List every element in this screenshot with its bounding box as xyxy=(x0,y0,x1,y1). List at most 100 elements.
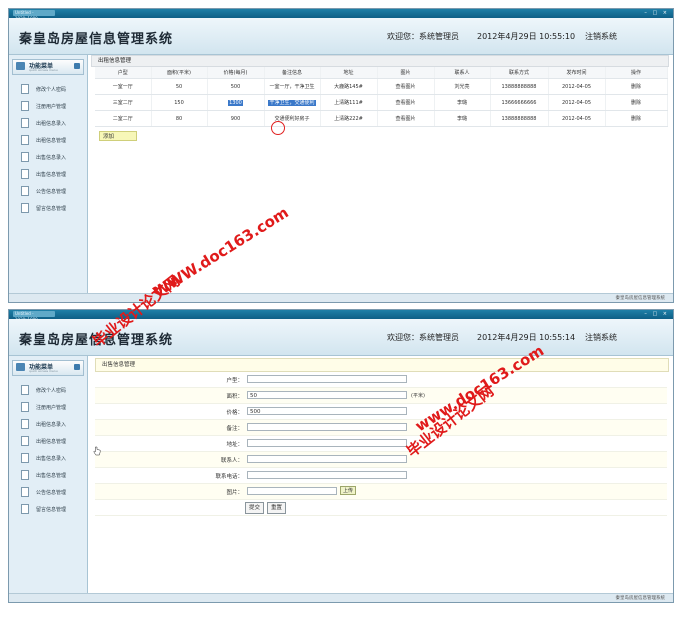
view-image-link[interactable]: 查看图片 xyxy=(377,78,435,95)
view-image-link[interactable]: 查看图片 xyxy=(377,110,435,127)
form-row-image: 图片： 上传 xyxy=(95,484,667,500)
sidebar-item-message[interactable]: 留言信息管理 xyxy=(21,200,87,217)
contact-input[interactable] xyxy=(247,455,407,463)
form-row-type: 户型： xyxy=(95,372,667,388)
menu-header-subtitle: quick access menu xyxy=(29,369,58,373)
cell-price: 1300 xyxy=(207,94,265,111)
sidebar-item-notice[interactable]: 公告信息管理 xyxy=(21,183,87,200)
window-titlebar: Untitled - 1920x1080 – □ × xyxy=(9,9,673,21)
sidebar-item-sale-entry[interactable]: 出售信息录入 xyxy=(21,149,87,166)
sidebar-item-label: 出租信息管理 xyxy=(36,439,67,445)
page-icon xyxy=(21,402,29,412)
address-input[interactable] xyxy=(247,439,407,447)
page-icon xyxy=(21,504,29,514)
status-bar: 秦皇岛房屋信息管理系统 xyxy=(9,293,673,302)
menu-header: 功能菜单 quick access menu xyxy=(12,59,84,75)
collapse-icon[interactable] xyxy=(74,364,80,370)
cell-address: 上清路222# xyxy=(320,110,378,127)
sidebar-item-rental-entry[interactable]: 出租信息录入 xyxy=(21,115,87,132)
sidebar-item-label: 出售信息录入 xyxy=(36,456,67,462)
sidebar-item-sale-manage[interactable]: 出售信息管理 xyxy=(21,166,87,183)
page-icon xyxy=(21,203,29,213)
window-title: Untitled - 1920x1080 xyxy=(13,311,55,322)
sidebar-item-users[interactable]: 注册用户管理 xyxy=(21,399,87,416)
view-image-link[interactable]: 查看图片 xyxy=(377,94,435,111)
main-content: 出售信息管理 户型： 面积： 50 (平米) 价格： 500 备注： 地址： 联… xyxy=(91,356,669,594)
cell-date: 2012-04-05 xyxy=(548,94,606,111)
menu-icon xyxy=(16,363,25,371)
sidebar-item-rental-manage[interactable]: 出租信息管理 xyxy=(21,433,87,450)
logout-link[interactable]: 注销系统 xyxy=(585,31,617,42)
upload-button[interactable]: 上传 xyxy=(340,486,356,495)
sidebar-item-change-password[interactable]: 修改个人密码 xyxy=(21,382,87,399)
column-header: 面积(平米) xyxy=(151,67,208,79)
reset-button[interactable]: 重置 xyxy=(267,502,287,514)
form-row-phone: 联系电话： xyxy=(95,468,667,484)
area-unit: (平米) xyxy=(411,393,425,399)
sidebar-item-change-password[interactable]: 修改个人密码 xyxy=(21,81,87,98)
sidebar-item-label: 出售信息管理 xyxy=(36,172,67,178)
sidebar-item-rental-entry[interactable]: 出租信息录入 xyxy=(21,416,87,433)
panel-title: 出售信息管理 xyxy=(95,358,669,372)
sidebar-item-sale-manage[interactable]: 出售信息管理 xyxy=(21,467,87,484)
sidebar-item-users[interactable]: 注册用户管理 xyxy=(21,98,87,115)
sidebar-item-label: 留言信息管理 xyxy=(36,206,67,212)
collapse-icon[interactable] xyxy=(74,63,80,69)
note-input[interactable] xyxy=(247,423,407,431)
table-header-row: 户型 面积(平米) 价格(每月) 备注信息 地址 图片 联系人 联系方式 发布时… xyxy=(95,67,668,79)
cell-contact: 李璐 xyxy=(434,94,491,111)
field-label: 地址： xyxy=(226,442,243,448)
selected-text: 干净卫生，交通便利 xyxy=(268,100,316,106)
sidebar-item-label: 修改个人密码 xyxy=(36,388,67,394)
add-button[interactable]: 添加 xyxy=(99,131,137,141)
logout-link[interactable]: 注销系统 xyxy=(585,332,617,343)
form-row-actions: 提交 重置 xyxy=(95,500,667,516)
sidebar-item-rental-manage[interactable]: 出租信息管理 xyxy=(21,132,87,149)
cell-type: 三室二厅 xyxy=(95,94,152,111)
cell-type: 二室二厅 xyxy=(95,110,152,127)
cell-phone: 13888888888 xyxy=(490,110,549,127)
field-label: 价格： xyxy=(226,410,243,416)
welcome-text: 欢迎您：系统管理员 xyxy=(387,333,459,342)
sidebar-item-sale-entry[interactable]: 出售信息录入 xyxy=(21,450,87,467)
page-icon xyxy=(21,419,29,429)
field-label: 联系电话： xyxy=(215,474,243,480)
page-icon xyxy=(21,436,29,446)
cell-address: 上清路111# xyxy=(320,94,378,111)
sidebar-item-notice[interactable]: 公告信息管理 xyxy=(21,484,87,501)
screenshot-sale-form: Untitled - 1920x1080 – □ × 秦皇岛房屋信息管理系统 欢… xyxy=(8,309,674,603)
column-header: 操作 xyxy=(605,67,668,79)
page-icon xyxy=(21,169,29,179)
form-row-address: 地址： xyxy=(95,436,667,452)
delete-link[interactable]: 删除 xyxy=(605,78,668,95)
window-controls[interactable]: – □ × xyxy=(644,311,669,317)
area-input[interactable]: 50 xyxy=(247,391,407,399)
form-row-price: 价格： 500 xyxy=(95,404,667,420)
sidebar-item-label: 修改个人密码 xyxy=(36,87,67,93)
image-path-input[interactable] xyxy=(247,487,337,495)
submit-button[interactable]: 提交 xyxy=(245,502,265,514)
footer-text: 秦皇岛房屋信息管理系统 xyxy=(615,296,666,301)
delete-link[interactable]: 删除 xyxy=(605,110,668,127)
system-title: 秦皇岛房屋信息管理系统 xyxy=(19,32,174,47)
sidebar-item-label: 公告信息管理 xyxy=(36,189,67,195)
phone-input[interactable] xyxy=(247,471,407,479)
page-icon xyxy=(21,101,29,111)
menu-header: 功能菜单 quick access menu xyxy=(12,360,84,376)
footer-text: 秦皇岛房屋信息管理系统 xyxy=(615,596,666,601)
welcome-text: 欢迎您：系统管理员 xyxy=(387,32,459,41)
rental-table: 户型 面积(平米) 价格(每月) 备注信息 地址 图片 联系人 联系方式 发布时… xyxy=(95,67,668,127)
delete-link[interactable]: 删除 xyxy=(605,94,668,111)
sidebar-item-label: 出售信息录入 xyxy=(36,155,67,161)
type-input[interactable] xyxy=(247,375,407,383)
cell-date: 2012-04-05 xyxy=(548,78,606,95)
window-controls[interactable]: – □ × xyxy=(644,10,669,16)
page-icon xyxy=(21,84,29,94)
field-label: 图片： xyxy=(226,490,243,496)
menu-header-subtitle: quick access menu xyxy=(29,68,58,72)
price-input[interactable]: 500 xyxy=(247,407,407,415)
sidebar-item-message[interactable]: 留言信息管理 xyxy=(21,501,87,518)
page-icon xyxy=(21,186,29,196)
cell-area: 150 xyxy=(151,94,208,111)
column-header: 联系方式 xyxy=(490,67,549,79)
